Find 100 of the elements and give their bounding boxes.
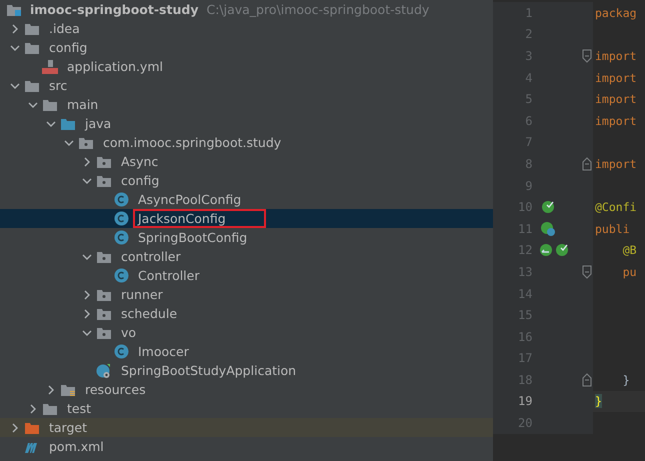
line-number: 19 [516, 394, 532, 408]
tree-item[interactable]: runner [0, 285, 493, 304]
tree-item[interactable]: AsyncPoolConfig [0, 190, 493, 209]
tree-item[interactable]: JacksonConfig [0, 209, 493, 228]
chevron-right-icon[interactable] [82, 308, 92, 318]
tree-item-label: config [120, 172, 160, 190]
tree-item-label: resources [84, 381, 147, 399]
tree-item[interactable]: SpringBootStudyApplication [0, 361, 493, 380]
tree-item[interactable]: src [0, 76, 493, 95]
tree-item-label: main [66, 96, 100, 114]
chevron-right-icon[interactable] [10, 422, 20, 432]
tree-item[interactable]: resources [0, 380, 493, 399]
chevron-down-icon[interactable] [10, 42, 20, 52]
chevron-right-icon[interactable] [82, 156, 92, 166]
bean-web-gutter-icon[interactable] [540, 220, 556, 237]
chevron-down-icon[interactable] [82, 252, 92, 262]
class-icon [114, 344, 129, 359]
class-icon [114, 268, 129, 283]
tree-item-label: target [48, 419, 88, 437]
folder-icon [42, 402, 58, 416]
folder-icon [24, 40, 40, 54]
chevron-right-icon[interactable] [82, 290, 92, 300]
folder-icon [60, 382, 76, 396]
code-text: import [595, 156, 637, 171]
tree-item-label: SpringBootConfig [137, 229, 248, 247]
folder-icon [24, 420, 40, 434]
tree-item-label: vo [120, 324, 138, 342]
tree-item[interactable]: java [0, 114, 493, 133]
tree-item[interactable]: SpringBootConfig [0, 228, 493, 247]
folder-icon [78, 136, 94, 150]
chevron-down-icon[interactable] [64, 138, 74, 148]
chevron-down-icon[interactable] [82, 176, 92, 186]
tree-item[interactable]: main [0, 95, 493, 114]
folder-icon [60, 116, 76, 130]
spring-class-icon [96, 362, 112, 378]
tree-item[interactable]: Controller [0, 266, 493, 285]
tree-item-label: AsyncPoolConfig [137, 191, 242, 209]
folder-icon [96, 250, 112, 264]
code-text: pu [622, 264, 637, 279]
code-text: } [595, 394, 602, 408]
tree-item-label: Imoocer [137, 343, 190, 361]
class-icon [114, 192, 129, 207]
tree-item[interactable]: application.yml [0, 57, 493, 76]
tree-item-label: pom.xml [48, 438, 105, 456]
tree-item[interactable]: config [0, 38, 493, 57]
tree-item[interactable]: vo [0, 323, 493, 342]
tree-item-label: schedule [120, 305, 178, 323]
code-text: import [595, 48, 637, 63]
tree-item[interactable]: config [0, 171, 493, 190]
tree-item-label: test [66, 400, 92, 418]
class-icon [114, 211, 129, 226]
tree-item-label: SpringBootStudyApplication [120, 362, 298, 380]
code-text: packag [595, 6, 637, 20]
tree-item[interactable]: target [0, 418, 493, 437]
tree-item[interactable]: test [0, 399, 493, 418]
tree-item-label: java [84, 115, 112, 133]
fold-marker-icon[interactable] [582, 264, 592, 279]
folder-icon [24, 22, 40, 36]
tree-item-label: application.yml [66, 58, 164, 76]
tree-item[interactable]: controller [0, 247, 493, 266]
chevron-right-icon[interactable] [10, 24, 20, 34]
tree-item-label: controller [120, 248, 182, 266]
chevron-down-icon[interactable] [10, 80, 20, 90]
tree-item[interactable]: schedule [0, 304, 493, 323]
tree-item[interactable]: Imoocer [0, 342, 493, 361]
code-text: @B [622, 243, 637, 258]
tree-item-label: runner [120, 286, 164, 304]
code-text: publi [595, 222, 630, 236]
folder-icon [96, 174, 112, 188]
tree-item[interactable]: .idea [0, 19, 493, 38]
chevron-down-icon[interactable] [46, 118, 56, 128]
chevron-right-icon[interactable] [46, 384, 56, 394]
tree-item-label: src [48, 77, 68, 95]
fold-marker-icon[interactable] [582, 156, 592, 171]
chevron-down-icon[interactable] [28, 100, 38, 110]
tree-item-label: .idea [48, 20, 81, 38]
fold-marker-icon[interactable] [582, 48, 592, 63]
project-path: C:\java_pro\imooc-springboot-study [206, 2, 430, 17]
yml-file-icon [42, 58, 58, 74]
code-text: } [622, 372, 630, 387]
tree-item[interactable]: Async [0, 152, 493, 171]
folder-icon [96, 326, 112, 340]
tree-item[interactable]: com.imooc.springboot.study [0, 133, 493, 152]
code-text: @Confi [595, 200, 637, 214]
code-text: import [595, 92, 637, 106]
folder-icon [96, 288, 112, 302]
fold-marker-icon[interactable] [582, 372, 592, 387]
chevron-right-icon[interactable] [28, 404, 38, 414]
tree-item-label: Async [120, 153, 160, 171]
tree-item-label: com.imooc.springboot.study [102, 134, 282, 152]
folder-icon [42, 98, 58, 112]
folder-icon [96, 154, 112, 168]
folder-icon [24, 78, 40, 92]
tree-item-label: JacksonConfig [133, 209, 266, 228]
module-folder-icon [6, 2, 22, 16]
tree-item-label: Controller [137, 267, 200, 285]
project-name: imooc-springboot-study [30, 2, 198, 17]
code-text: import [595, 70, 637, 85]
tree-item[interactable]: pom.xml [0, 437, 493, 456]
chevron-down-icon[interactable] [82, 328, 92, 338]
